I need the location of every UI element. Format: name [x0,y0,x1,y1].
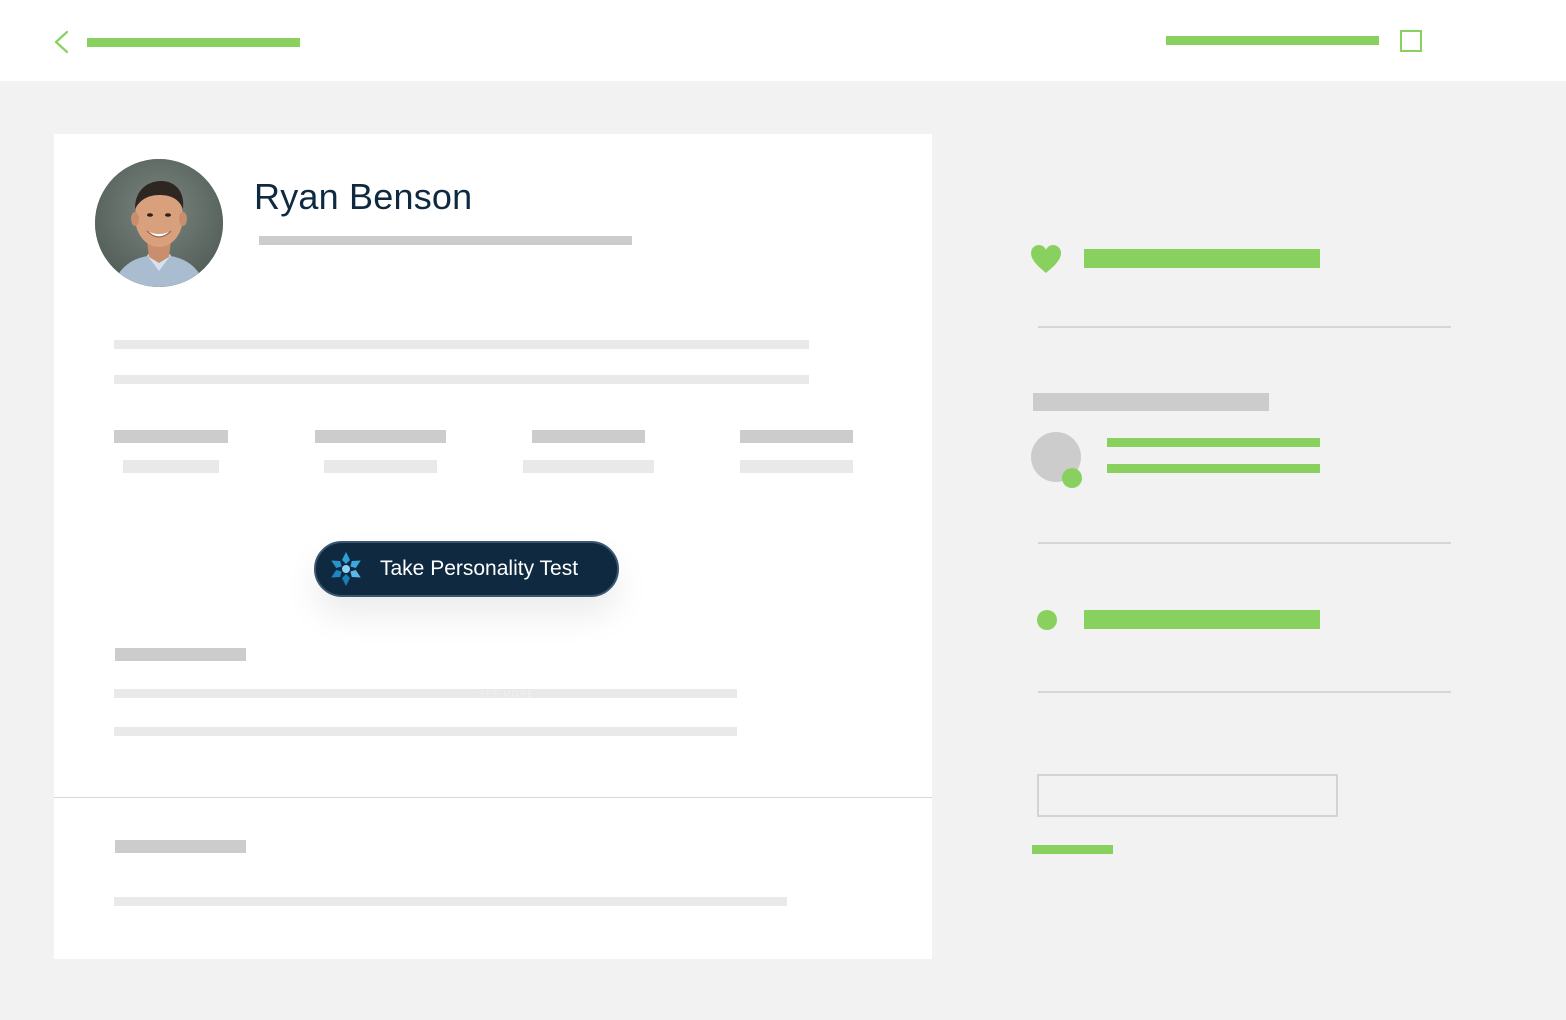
stat-label-placeholder [114,430,228,443]
stat-label-placeholder [532,430,645,443]
top-bar [0,0,1566,81]
square-outline-icon[interactable] [1400,30,1422,52]
profile-photo [95,159,223,287]
stat-value-placeholder [123,460,219,473]
stat-value-placeholder [523,460,654,473]
status-label-placeholder[interactable] [1084,610,1320,629]
section-line [114,897,787,906]
stat-label-placeholder [315,430,446,443]
see-more-link[interactable]: SEE MORE [454,689,559,699]
right-link-placeholder[interactable] [1032,845,1113,854]
profile-card: Ryan Benson Take Personality Test SEE MO… [54,134,932,959]
section-line [114,727,737,736]
card-divider [54,797,932,798]
avatar [95,159,223,287]
green-dot-icon [1037,610,1057,630]
stat-value-placeholder [324,460,437,473]
green-dot-icon [1062,468,1082,488]
right-divider [1038,542,1451,544]
favorite-label-placeholder[interactable] [1084,249,1320,268]
right-divider [1038,326,1451,328]
heart-icon[interactable] [1029,243,1063,275]
profile-name: Ryan Benson [254,176,473,217]
back-link-placeholder[interactable] [87,38,300,47]
section-heading-placeholder [115,648,246,661]
right-divider [1038,691,1451,693]
description-line [114,375,809,384]
contact-line-placeholder[interactable] [1107,464,1320,473]
contact-line-placeholder[interactable] [1107,438,1320,447]
description-line [114,340,809,349]
stat-label-placeholder [740,430,853,443]
right-input-field[interactable] [1037,774,1338,817]
right-heading-placeholder [1033,393,1269,411]
top-link-placeholder[interactable] [1166,36,1379,45]
section-heading-placeholder [115,840,246,853]
section-line [114,689,737,698]
stat-value-placeholder [740,460,853,473]
chevron-left-icon[interactable] [52,30,72,54]
snowflake-icon [331,552,361,586]
take-personality-test-button[interactable]: Take Personality Test [314,541,619,597]
profile-subtitle-placeholder [259,236,632,245]
personality-test-label: Take Personality Test [380,557,579,580]
